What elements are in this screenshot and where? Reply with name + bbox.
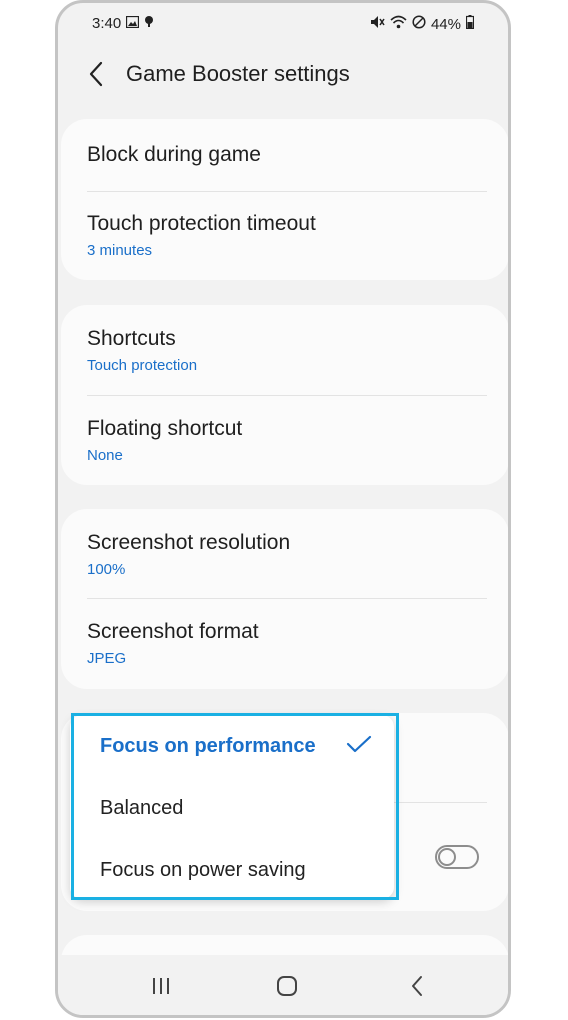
performance-mode-popup: Focus on performance Balanced Focus on p… (70, 715, 394, 899)
back-icon[interactable] (402, 973, 432, 999)
setting-screenshot-resolution[interactable]: Screenshot resolution 100% (87, 531, 487, 578)
setting-shortcuts[interactable]: Shortcuts Touch protection (87, 327, 487, 374)
setting-value: Touch protection (87, 357, 198, 374)
recents-icon[interactable] (146, 973, 176, 999)
option-focus-on-power-saving[interactable]: Focus on power saving (100, 859, 306, 882)
settings-card-2: Shortcuts Touch protection Floating shor… (61, 305, 508, 485)
dnd-icon (412, 15, 426, 33)
wifi-icon (390, 15, 407, 33)
setting-floating-shortcut[interactable]: Floating shortcut None (87, 417, 487, 464)
settings-card-1: Block during game Touch protection timeo… (61, 119, 508, 280)
setting-value: 3 minutes (87, 242, 153, 259)
setting-title: Screenshot format (87, 620, 259, 643)
setting-value: None (87, 447, 123, 464)
status-bar: 3:40 44% (58, 15, 508, 37)
setting-title: Shortcuts (87, 327, 176, 350)
setting-title: Screenshot resolution (87, 531, 291, 554)
option-balanced[interactable]: Balanced (100, 797, 183, 820)
toggle-knob (438, 848, 456, 866)
mute-icon (370, 15, 385, 33)
checkmark-icon (346, 735, 372, 755)
home-icon[interactable] (272, 973, 302, 999)
setting-title: Block during game (87, 143, 261, 166)
setting-value: JPEG (87, 650, 127, 667)
back-chevron-icon[interactable] (86, 59, 108, 89)
toggle-switch[interactable] (435, 845, 479, 869)
navigation-bar (58, 955, 508, 1015)
setting-title: Floating shortcut (87, 417, 243, 440)
setting-screenshot-format[interactable]: Screenshot format JPEG (87, 620, 487, 667)
option-focus-on-performance[interactable]: Focus on performance (100, 735, 316, 758)
battery-percent: 44% (430, 15, 461, 33)
divider (87, 598, 487, 599)
setting-title: Touch protection timeout (87, 212, 316, 235)
gallery-icon (126, 15, 140, 32)
page-title: Game Booster settings (126, 61, 350, 86)
status-time: 3:40 (92, 15, 122, 32)
battery-icon (465, 15, 475, 33)
settings-card-3: Screenshot resolution 100% Screenshot fo… (61, 509, 508, 689)
phone-frame: 3:40 44% Game Booster settings Block dur… (55, 0, 511, 1018)
app-header: Game Booster settings (58, 53, 508, 97)
divider (87, 395, 487, 396)
setting-touch-protection-timeout[interactable]: Touch protection timeout 3 minutes (87, 212, 487, 259)
setting-block-during-game[interactable]: Block during game (87, 143, 487, 167)
setting-value: 100% (87, 561, 126, 578)
divider (87, 191, 487, 192)
notification-dot-icon (144, 15, 154, 32)
